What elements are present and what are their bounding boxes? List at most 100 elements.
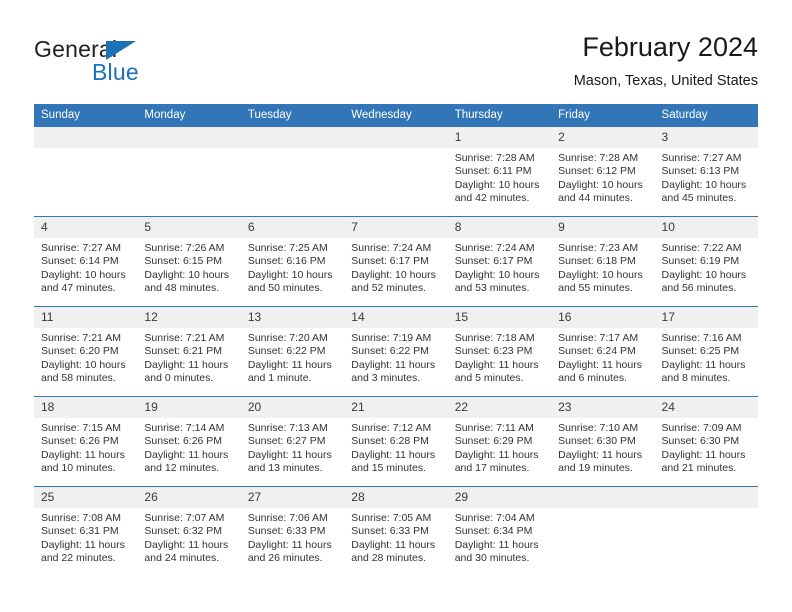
sunset-text: Sunset: 6:22 PM bbox=[351, 345, 429, 358]
calendar-table: Sunday Monday Tuesday Wednesday Thursday… bbox=[34, 104, 758, 576]
day-number: 15 bbox=[447, 307, 552, 328]
sunset-text: Sunset: 6:26 PM bbox=[41, 435, 119, 448]
daylight-text: Daylight: 11 hours and 10 minutes. bbox=[41, 448, 125, 474]
sunrise-text: Sunrise: 7:14 AM bbox=[144, 422, 225, 434]
sunrise-text: Sunrise: 7:20 AM bbox=[247, 332, 328, 344]
day-details: Sunrise: 7:19 AM Sunset: 6:22 PM Daylight:… bbox=[344, 328, 447, 385]
calendar-day-cell[interactable]: 29 Sunrise: 7:04 AM Sunset: 6:34 PM Dayligh… bbox=[447, 486, 552, 576]
day-number: 9 bbox=[551, 217, 655, 238]
sunset-text: Sunset: 6:31 PM bbox=[41, 525, 119, 538]
day-number: 18 bbox=[34, 397, 138, 418]
calendar-day-cell[interactable]: 9 Sunrise: 7:23 AM Sunset: 6:18 PM Daylight… bbox=[551, 216, 655, 307]
calendar-day-cell[interactable]: 10 Sunrise: 7:22 AM Sunset: 6:19 PM Dayligh… bbox=[654, 216, 758, 307]
sunrise-text: Sunrise: 7:05 AM bbox=[351, 512, 432, 524]
sunset-text: Sunset: 6:16 PM bbox=[247, 255, 326, 268]
calendar-day-cell[interactable]: 11 Sunrise: 7:21 AM Sunset: 6:20 PM Dayligh… bbox=[34, 306, 138, 397]
daylight-text: Daylight: 10 hours and 55 minutes. bbox=[558, 268, 643, 294]
sunrise-text: Sunrise: 7:11 AM bbox=[454, 422, 534, 434]
daylight-text: Daylight: 11 hours and 15 minutes. bbox=[351, 448, 436, 474]
calendar-day-cell[interactable]: 20 Sunrise: 7:13 AM Sunset: 6:27 PM Dayligh… bbox=[240, 396, 345, 487]
daylight-text: Daylight: 10 hours and 45 minutes. bbox=[661, 178, 747, 204]
calendar-day-cell[interactable]: 15 Sunrise: 7:18 AM Sunset: 6:23 PM Dayligh… bbox=[447, 306, 552, 397]
day-number: 1 bbox=[447, 127, 552, 148]
day-number: 26 bbox=[137, 487, 241, 508]
calendar-day-cell-empty bbox=[344, 127, 448, 217]
sunset-text: Sunset: 6:25 PM bbox=[661, 345, 740, 358]
day-number: 13 bbox=[240, 307, 345, 328]
calendar-day-cell[interactable]: 27 Sunrise: 7:06 AM Sunset: 6:33 PM Dayligh… bbox=[240, 486, 345, 576]
calendar-day-cell[interactable]: 13 Sunrise: 7:20 AM Sunset: 6:22 PM Dayligh… bbox=[240, 306, 345, 397]
weekday-header-friday: Friday bbox=[551, 104, 655, 127]
day-details: Sunrise: 7:27 AM Sunset: 6:14 PM Daylight:… bbox=[34, 238, 137, 295]
calendar-week-row: 11 Sunrise: 7:21 AM Sunset: 6:20 PM Dayligh… bbox=[34, 306, 758, 397]
weekday-header-saturday: Saturday bbox=[654, 104, 758, 127]
weekday-header-sunday: Sunday bbox=[34, 104, 138, 127]
daylight-text: Daylight: 11 hours and 24 minutes. bbox=[144, 538, 229, 564]
weekday-header-wednesday: Wednesday bbox=[344, 104, 448, 127]
sunset-text: Sunset: 6:23 PM bbox=[454, 345, 533, 358]
weekday-header-monday: Monday bbox=[137, 104, 241, 127]
sunset-text: Sunset: 6:19 PM bbox=[661, 255, 740, 268]
daylight-text: Daylight: 10 hours and 50 minutes. bbox=[247, 268, 333, 294]
calendar-day-cell[interactable]: 2 Sunrise: 7:28 AM Sunset: 6:12 PM Daylight… bbox=[551, 127, 655, 217]
calendar-day-cell[interactable]: 22 Sunrise: 7:11 AM Sunset: 6:29 PM Dayligh… bbox=[447, 396, 552, 487]
calendar-day-cell[interactable]: 18 Sunrise: 7:15 AM Sunset: 6:26 PM Dayligh… bbox=[34, 396, 138, 487]
day-number: 28 bbox=[344, 487, 448, 508]
daylight-text: Daylight: 11 hours and 12 minutes. bbox=[144, 448, 229, 474]
calendar-day-cell[interactable]: 21 Sunrise: 7:12 AM Sunset: 6:28 PM Dayligh… bbox=[344, 396, 448, 487]
calendar-day-cell[interactable]: 23 Sunrise: 7:10 AM Sunset: 6:30 PM Dayligh… bbox=[551, 396, 655, 487]
daylight-text: Daylight: 10 hours and 48 minutes. bbox=[144, 268, 230, 294]
calendar-day-cell[interactable]: 8 Sunrise: 7:24 AM Sunset: 6:17 PM Daylight… bbox=[447, 216, 552, 307]
daylight-text: Daylight: 10 hours and 52 minutes. bbox=[351, 268, 436, 294]
sunrise-text: Sunrise: 7:21 AM bbox=[144, 332, 225, 344]
day-number: 10 bbox=[654, 217, 758, 238]
sunrise-text: Sunrise: 7:16 AM bbox=[661, 332, 742, 344]
calendar-day-cell[interactable]: 26 Sunrise: 7:07 AM Sunset: 6:32 PM Dayligh… bbox=[137, 486, 241, 576]
calendar-day-cell[interactable]: 16 Sunrise: 7:17 AM Sunset: 6:24 PM Dayligh… bbox=[551, 306, 655, 397]
calendar-page: General Blue February 2024 Mason, Texas,… bbox=[0, 0, 792, 612]
sunset-text: Sunset: 6:14 PM bbox=[41, 255, 119, 268]
calendar-day-cell[interactable]: 1 Sunrise: 7:28 AM Sunset: 6:11 PM Daylight… bbox=[447, 127, 552, 217]
sunset-text: Sunset: 6:12 PM bbox=[558, 165, 636, 178]
calendar-week-row: 1 Sunrise: 7:28 AM Sunset: 6:11 PM Daylight… bbox=[34, 127, 758, 217]
calendar-day-cell-empty bbox=[240, 127, 345, 217]
calendar-day-cell-empty bbox=[34, 127, 138, 217]
day-details: Sunrise: 7:04 AM Sunset: 6:34 PM Daylight:… bbox=[448, 508, 551, 565]
day-number: 17 bbox=[654, 307, 758, 328]
calendar-day-cell[interactable]: 6 Sunrise: 7:25 AM Sunset: 6:16 PM Daylight… bbox=[240, 216, 345, 307]
day-number: 4 bbox=[34, 217, 138, 238]
calendar-day-cell[interactable]: 19 Sunrise: 7:14 AM Sunset: 6:26 PM Dayligh… bbox=[137, 396, 241, 487]
day-number: 20 bbox=[240, 397, 345, 418]
calendar-day-cell[interactable]: 4 Sunrise: 7:27 AM Sunset: 6:14 PM Daylight… bbox=[34, 216, 138, 307]
sunset-text: Sunset: 6:21 PM bbox=[144, 345, 223, 358]
calendar-day-cell[interactable]: 28 Sunrise: 7:05 AM Sunset: 6:33 PM Dayligh… bbox=[344, 486, 448, 576]
sunrise-text: Sunrise: 7:24 AM bbox=[351, 242, 432, 254]
sunset-text: Sunset: 6:33 PM bbox=[247, 525, 326, 538]
day-details: Sunrise: 7:06 AM Sunset: 6:33 PM Daylight:… bbox=[241, 508, 344, 565]
calendar-day-cell[interactable]: 12 Sunrise: 7:21 AM Sunset: 6:21 PM Dayligh… bbox=[137, 306, 241, 397]
day-number: 24 bbox=[654, 397, 758, 418]
calendar-day-cell[interactable]: 5 Sunrise: 7:26 AM Sunset: 6:15 PM Daylight… bbox=[137, 216, 241, 307]
day-details: Sunrise: 7:14 AM Sunset: 6:26 PM Daylight:… bbox=[137, 418, 240, 475]
daylight-text: Daylight: 10 hours and 44 minutes. bbox=[558, 178, 643, 204]
calendar-day-cell[interactable]: 3 Sunrise: 7:27 AM Sunset: 6:13 PM Daylight… bbox=[654, 127, 758, 217]
sunrise-text: Sunrise: 7:24 AM bbox=[454, 242, 535, 254]
sunrise-text: Sunrise: 7:28 AM bbox=[558, 152, 639, 164]
day-number: 11 bbox=[34, 307, 138, 328]
sunrise-text: Sunrise: 7:18 AM bbox=[454, 332, 535, 344]
sunset-text: Sunset: 6:20 PM bbox=[41, 345, 119, 358]
day-number bbox=[34, 127, 138, 148]
sunset-text: Sunset: 6:30 PM bbox=[558, 435, 636, 448]
calendar-head: Sunday Monday Tuesday Wednesday Thursday… bbox=[34, 104, 758, 127]
calendar-day-cell[interactable]: 17 Sunrise: 7:16 AM Sunset: 6:25 PM Dayligh… bbox=[654, 306, 758, 397]
day-details: Sunrise: 7:22 AM Sunset: 6:19 PM Daylight:… bbox=[655, 238, 758, 295]
day-details: Sunrise: 7:28 AM Sunset: 6:12 PM Daylight:… bbox=[551, 148, 654, 205]
calendar-day-cell[interactable]: 24 Sunrise: 7:09 AM Sunset: 6:30 PM Dayligh… bbox=[654, 396, 758, 487]
day-details: Sunrise: 7:21 AM Sunset: 6:20 PM Daylight:… bbox=[34, 328, 137, 385]
day-details: Sunrise: 7:10 AM Sunset: 6:30 PM Daylight:… bbox=[551, 418, 654, 475]
day-number: 23 bbox=[551, 397, 655, 418]
sunrise-text: Sunrise: 7:06 AM bbox=[247, 512, 328, 524]
calendar-day-cell[interactable]: 25 Sunrise: 7:08 AM Sunset: 6:31 PM Dayligh… bbox=[34, 486, 138, 576]
calendar-day-cell[interactable]: 7 Sunrise: 7:24 AM Sunset: 6:17 PM Daylight… bbox=[344, 216, 448, 307]
calendar-day-cell[interactable]: 14 Sunrise: 7:19 AM Sunset: 6:22 PM Dayligh… bbox=[344, 306, 448, 397]
